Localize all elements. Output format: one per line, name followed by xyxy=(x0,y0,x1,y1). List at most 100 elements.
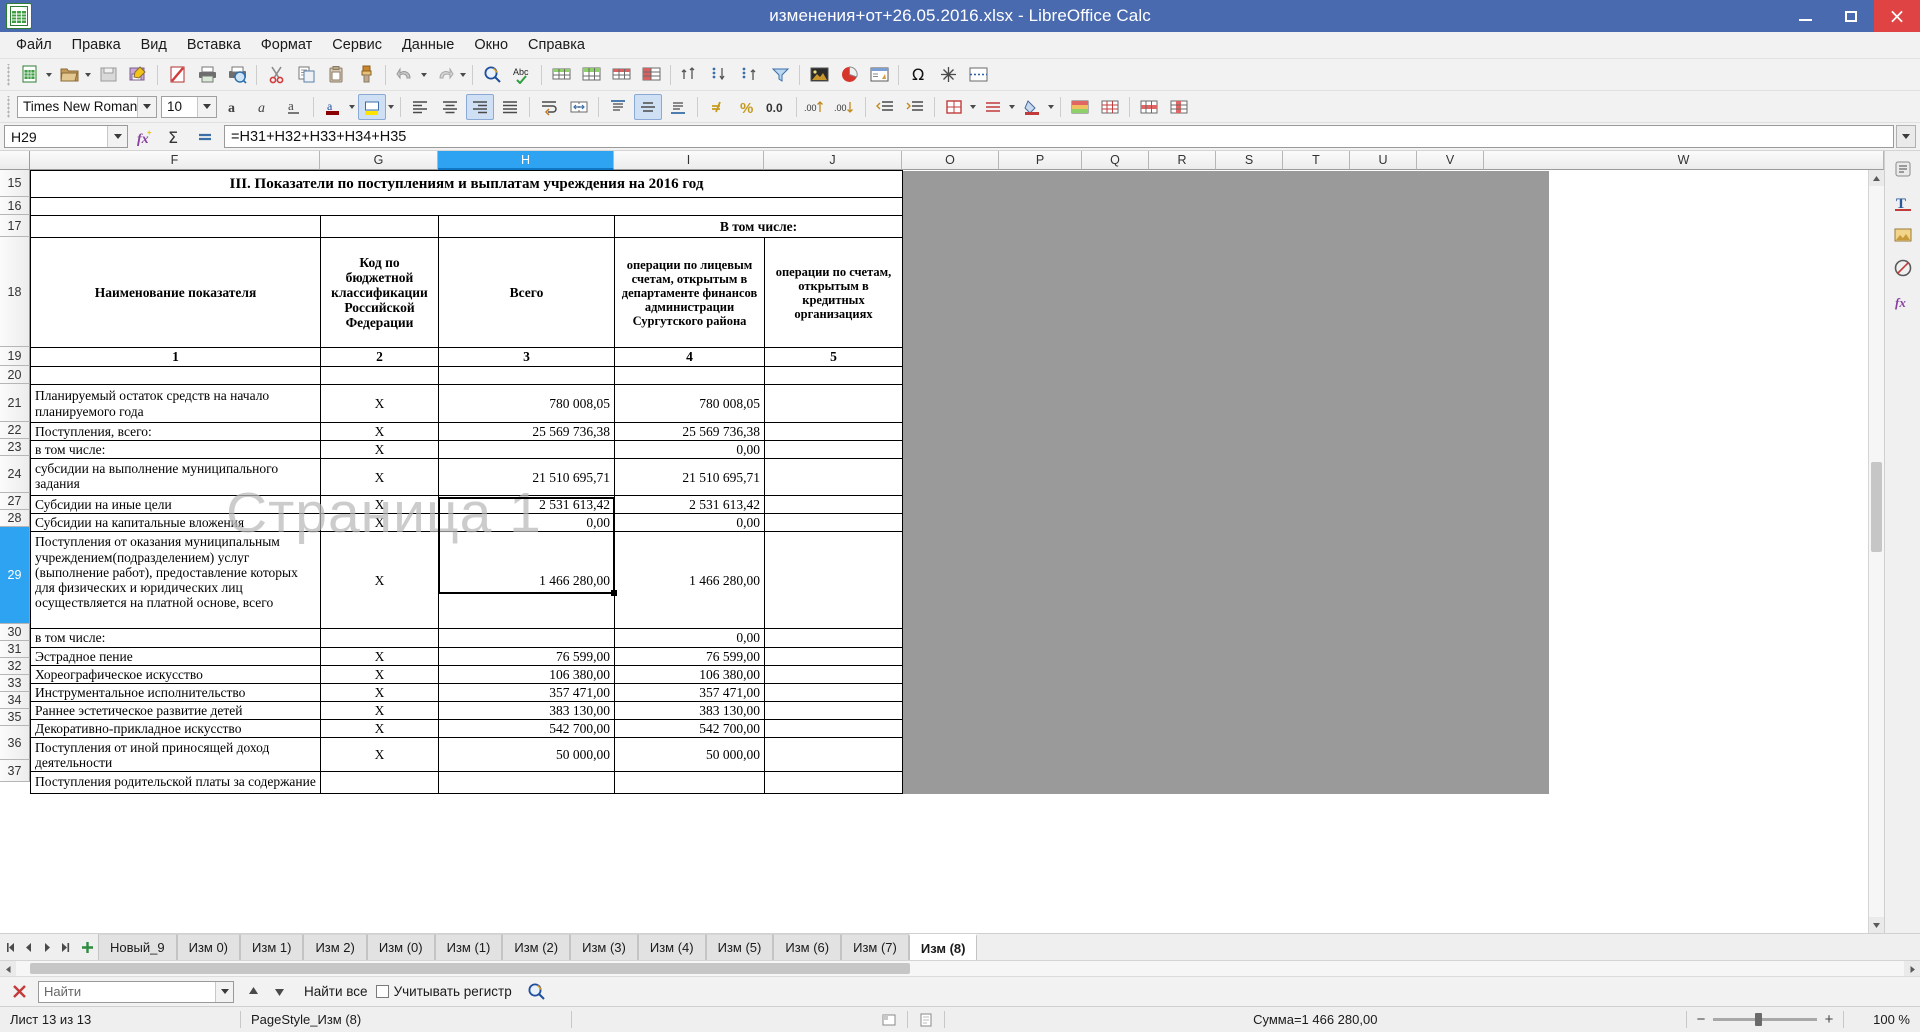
character-styles-icon[interactable]: T xyxy=(1889,188,1917,216)
sheet-tab-1[interactable]: Изм 0) xyxy=(176,934,241,960)
cell-G23[interactable]: X xyxy=(320,440,439,460)
new-document-dropdown-icon[interactable] xyxy=(46,72,52,77)
currency-icon[interactable] xyxy=(703,94,731,120)
insert-image-icon[interactable] xyxy=(805,62,833,88)
redo-dropdown-icon[interactable] xyxy=(460,72,466,77)
background-color-dropdown-icon[interactable] xyxy=(1048,104,1054,109)
function-wizard-icon[interactable]: fx xyxy=(132,125,158,149)
sheet-tab-10[interactable]: Изм (6) xyxy=(773,934,842,960)
zoom-in-button[interactable]: + xyxy=(1823,1011,1835,1028)
special-character-icon[interactable]: Ω xyxy=(904,62,932,88)
cell-H23[interactable] xyxy=(438,440,615,460)
sheet-tab-2[interactable]: Изм 1) xyxy=(240,934,304,960)
cell-J36[interactable] xyxy=(764,737,903,773)
column-header-H[interactable]: H xyxy=(438,151,614,170)
cell-J19[interactable]: 5 xyxy=(764,347,903,367)
menu-help[interactable]: Справка xyxy=(518,34,595,56)
save-as-icon[interactable] xyxy=(124,62,152,88)
cell-F28[interactable]: Субсидии на капитальные вложения xyxy=(30,513,321,533)
cell-G28[interactable]: X xyxy=(320,513,439,533)
cell-F31[interactable]: Эстрадное пение xyxy=(30,646,321,666)
row-header-30[interactable]: 30 xyxy=(0,624,30,641)
zoom-track[interactable] xyxy=(1713,1013,1817,1026)
row-header-21[interactable]: 21 xyxy=(0,384,30,422)
conditional-format-icon[interactable] xyxy=(1066,94,1094,120)
cell-I22[interactable]: 25 569 736,38 xyxy=(614,421,765,442)
cell-J32[interactable] xyxy=(764,664,903,684)
name-box-dropdown-icon[interactable] xyxy=(107,126,127,147)
row-header-37[interactable]: 37 xyxy=(0,760,30,782)
insert-table-icon[interactable] xyxy=(547,62,575,88)
highlight-color-dropdown-icon[interactable] xyxy=(388,104,394,109)
column-header-T[interactable]: T xyxy=(1283,151,1350,170)
zoom-out-button[interactable]: − xyxy=(1695,1011,1707,1028)
cell-I23[interactable]: 0,00 xyxy=(614,440,765,460)
cell-F22[interactable]: Поступления, всего: xyxy=(30,421,321,442)
print-preview-icon[interactable] xyxy=(223,62,251,88)
functions-icon[interactable]: fx xyxy=(1889,287,1917,315)
close-button[interactable]: × xyxy=(1874,0,1920,32)
match-case-checkbox[interactable]: Учитывать регистр xyxy=(375,984,512,999)
column-header-W[interactable]: W xyxy=(1484,151,1884,170)
cell-H30[interactable] xyxy=(438,628,615,648)
menu-data[interactable]: Данные xyxy=(392,34,464,56)
match-case-box[interactable] xyxy=(375,985,389,998)
font-size-combo[interactable]: 10 xyxy=(161,95,217,118)
cell-J31[interactable] xyxy=(764,646,903,666)
cell-I30[interactable]: 0,00 xyxy=(614,628,765,648)
cell-I28[interactable]: 0,00 xyxy=(614,513,765,533)
menu-format[interactable]: Формат xyxy=(251,34,323,56)
cell-J35[interactable] xyxy=(764,718,903,739)
font-size-dropdown-icon[interactable] xyxy=(197,96,216,117)
cell-G32[interactable]: X xyxy=(320,664,439,684)
align-bottom-icon[interactable] xyxy=(664,94,692,120)
row-header-33[interactable]: 33 xyxy=(0,675,30,692)
horizontal-scroll-thumb[interactable] xyxy=(30,963,910,974)
merge-cells-icon[interactable] xyxy=(565,94,593,120)
cell-G17[interactable] xyxy=(320,215,439,238)
align-justify-icon[interactable] xyxy=(496,94,524,120)
sheet-tab-5[interactable]: Изм (1) xyxy=(434,934,503,960)
previous-sheet-icon[interactable] xyxy=(22,939,36,955)
cell-G18-budget-code[interactable]: Код по бюджетной классификации Российско… xyxy=(320,237,439,348)
borders-dropdown-icon[interactable] xyxy=(970,104,976,109)
column-header-J[interactable]: J xyxy=(764,151,902,170)
row-header-36[interactable]: 36 xyxy=(0,726,30,760)
scroll-down-arrow-icon[interactable] xyxy=(1869,917,1884,933)
toolbar-grip[interactable] xyxy=(5,63,12,86)
number-format-icon[interactable]: 0.0 xyxy=(763,94,791,120)
undo-icon[interactable] xyxy=(391,62,419,88)
cell-J23[interactable] xyxy=(764,440,903,460)
zoom-slider[interactable]: − + xyxy=(1687,1011,1843,1028)
cell-H21[interactable]: 780 008,05 xyxy=(438,384,615,423)
vertical-scroll-thumb[interactable] xyxy=(1871,462,1882,552)
cell-I32[interactable]: 106 380,00 xyxy=(614,664,765,684)
add-sheet-icon[interactable] xyxy=(76,934,98,960)
cell-H36[interactable]: 50 000,00 xyxy=(438,737,615,773)
vertical-scroll-track[interactable] xyxy=(1869,186,1884,917)
cell-I24[interactable]: 21 510 695,71 xyxy=(614,458,765,497)
align-left-icon[interactable] xyxy=(406,94,434,120)
cell-G27[interactable]: X xyxy=(320,495,439,515)
cell-F37[interactable]: Поступления родительской платы за содерж… xyxy=(30,771,321,795)
zoom-knob[interactable] xyxy=(1755,1013,1762,1026)
delete-row-icon[interactable] xyxy=(637,62,665,88)
column-header-I[interactable]: I xyxy=(614,151,764,170)
borders-icon[interactable] xyxy=(940,94,968,120)
align-right-icon[interactable] xyxy=(466,93,494,120)
sheet-tab-8[interactable]: Изм (4) xyxy=(637,934,706,960)
font-color-dropdown-icon[interactable] xyxy=(349,104,355,109)
undo-dropdown-icon[interactable] xyxy=(421,72,427,77)
cell-H37[interactable] xyxy=(438,771,615,795)
cell-G19[interactable]: 2 xyxy=(320,347,439,367)
cell-I19[interactable]: 4 xyxy=(614,347,765,367)
expand-formula-bar-icon[interactable] xyxy=(1896,125,1916,148)
cell-G37[interactable] xyxy=(320,771,439,795)
row-header-18[interactable]: 18 xyxy=(0,237,30,347)
last-sheet-icon[interactable] xyxy=(58,939,72,955)
cell-I35[interactable]: 542 700,00 xyxy=(614,718,765,739)
cell-F33[interactable]: Инструментальное исполнительство xyxy=(30,682,321,702)
cell-J21[interactable] xyxy=(764,384,903,423)
menu-view[interactable]: Вид xyxy=(131,34,177,56)
cell-title[interactable]: III. Показатели по поступлениям и выплат… xyxy=(30,170,903,198)
